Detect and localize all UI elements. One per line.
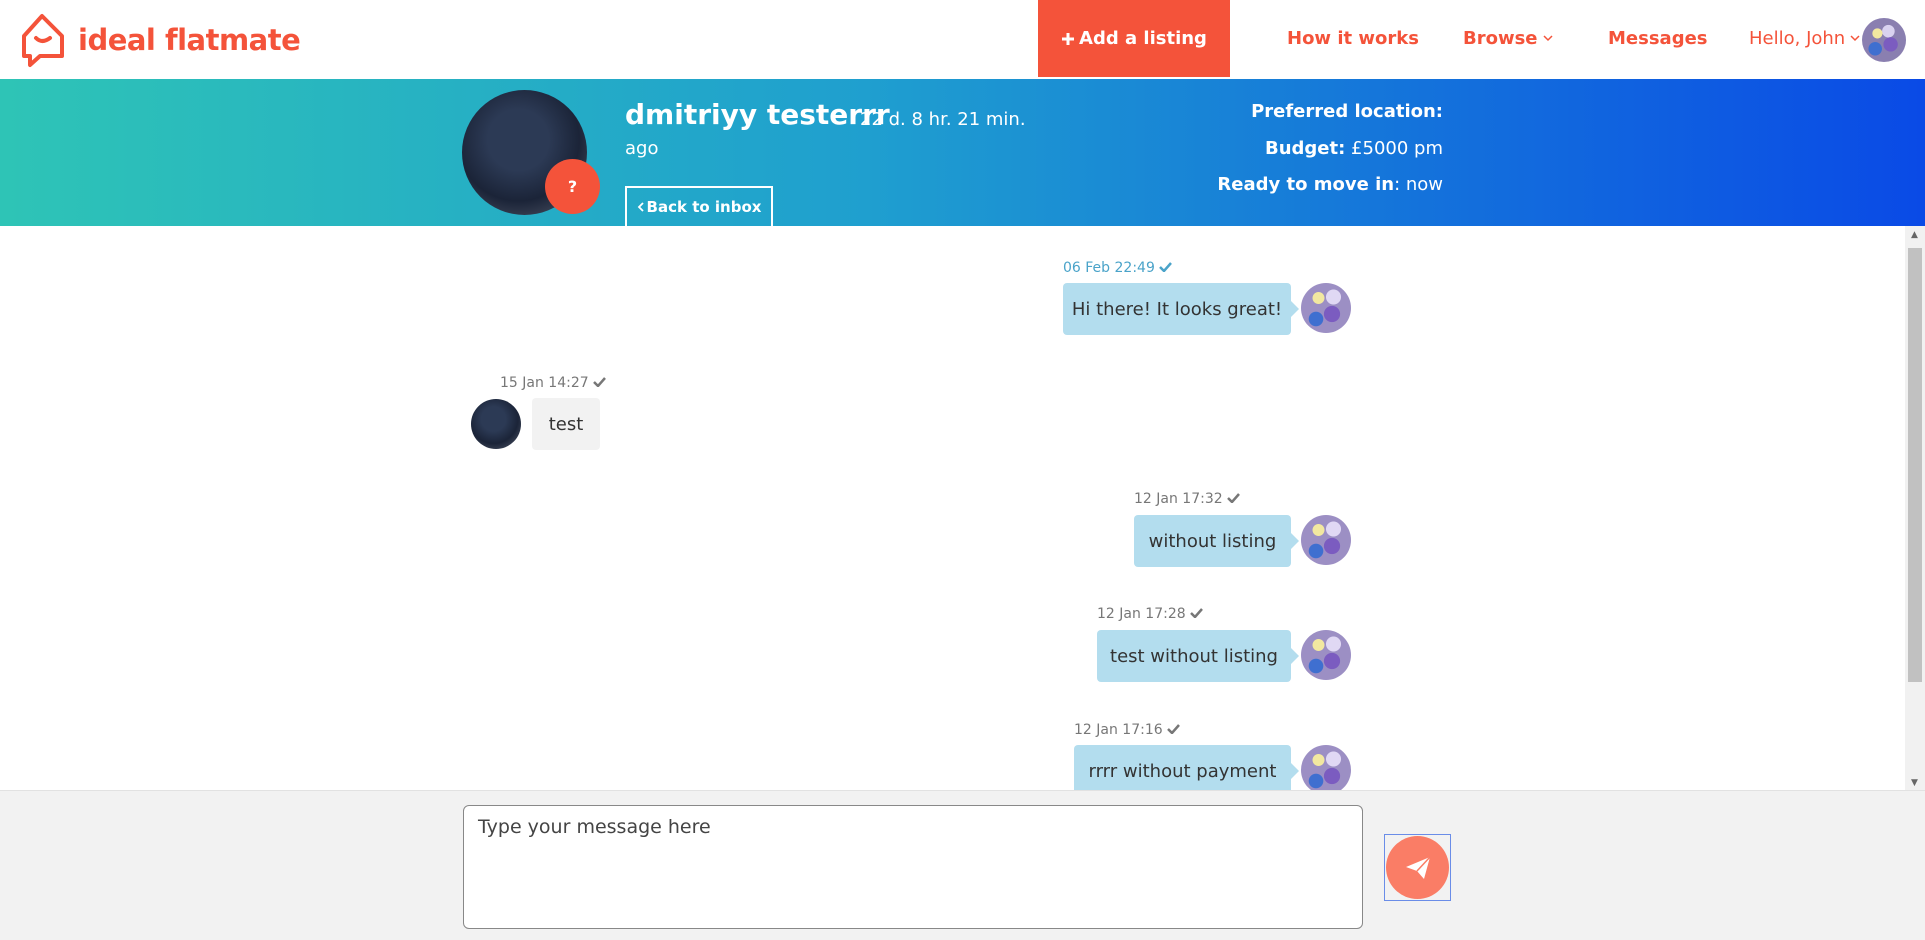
check-icon: [1166, 724, 1180, 735]
how-it-works-label: How it works: [1287, 28, 1419, 49]
message-bubble: Hi there! It looks great!: [1063, 283, 1299, 335]
chevron-left-icon: [637, 202, 644, 212]
thread-scrollbar[interactable]: ▲ ▼: [1905, 226, 1925, 790]
message-timestamp: 12 Jan 17:32: [1134, 491, 1240, 507]
sender-avatar: [1301, 630, 1351, 680]
contact-name: dmitriyy testerrr: [625, 98, 890, 131]
check-icon: [1158, 262, 1172, 273]
message-bubble: test without listing: [1097, 630, 1299, 682]
top-navbar: ideal flatmate Add a listing How it work…: [0, 0, 1925, 79]
preferred-location: Preferred location:: [1251, 101, 1443, 122]
back-to-inbox-button[interactable]: Back to inbox: [625, 186, 773, 226]
check-icon: [592, 377, 606, 388]
last-seen: 22 d. 8 hr. 21 min.: [860, 109, 1026, 130]
check-icon: [1189, 608, 1203, 619]
message-timestamp: 12 Jan 17:28: [1097, 606, 1203, 622]
message-bubble: rrrr without payment: [1074, 745, 1299, 790]
plus-icon: [1062, 32, 1075, 45]
nav-how-it-works[interactable]: How it works: [1287, 0, 1419, 77]
budget: Budget: £5000 pm: [1265, 138, 1443, 159]
sender-avatar: [1301, 515, 1351, 565]
budget-label: Budget:: [1264, 138, 1346, 159]
user-menu[interactable]: Hello, John: [1749, 0, 1860, 77]
move-in-value: : now: [1394, 174, 1443, 195]
paper-plane-icon: [1405, 855, 1431, 879]
scroll-down-arrow-icon[interactable]: ▼: [1911, 778, 1918, 788]
check-icon: [1226, 493, 1240, 504]
message-timestamp: 06 Feb 22:49: [1063, 260, 1172, 276]
message-timestamp: 12 Jan 17:16: [1074, 722, 1180, 738]
brand-logo[interactable]: ideal flatmate: [18, 12, 301, 68]
move-in: Ready to move in: now: [1217, 174, 1443, 195]
scroll-up-arrow-icon[interactable]: ▲: [1911, 230, 1918, 240]
nav-browse[interactable]: Browse: [1463, 0, 1553, 77]
conversation-header: [0, 79, 1925, 226]
chevron-down-icon: [1850, 35, 1860, 42]
nav-messages[interactable]: Messages: [1608, 0, 1708, 77]
scrollbar-thumb[interactable]: [1908, 248, 1922, 682]
user-avatar[interactable]: [1862, 18, 1906, 62]
message-input[interactable]: [463, 805, 1363, 929]
messages-label: Messages: [1608, 28, 1708, 49]
back-to-inbox-label: Back to inbox: [646, 198, 762, 216]
sender-avatar: [1301, 745, 1351, 790]
sender-avatar: [1301, 283, 1351, 333]
send-button[interactable]: [1386, 836, 1449, 899]
greeting-label: Hello, John: [1749, 28, 1846, 49]
chevron-down-icon: [1542, 35, 1553, 42]
move-in-label: Ready to move in: [1217, 174, 1395, 195]
last-seen-suffix: ago: [625, 138, 659, 159]
message-bubble: test: [532, 398, 600, 450]
message-thread[interactable]: 06 Feb 22:49 Hi there! It looks great! 1…: [0, 226, 1905, 790]
browse-label: Browse: [1463, 28, 1538, 49]
brand-name: ideal flatmate: [78, 23, 301, 57]
add-listing-label: Add a listing: [1079, 28, 1207, 49]
add-listing-button[interactable]: Add a listing: [1038, 0, 1230, 77]
message-timestamp: 15 Jan 14:27: [500, 375, 606, 391]
contact-message-avatar: [471, 399, 521, 449]
verification-badge[interactable]: ?: [545, 159, 600, 214]
budget-value: £5000 pm: [1351, 138, 1443, 159]
message-bubble: without listing: [1134, 515, 1299, 567]
house-chat-icon: [22, 14, 64, 67]
preferred-location-label: Preferred location:: [1251, 101, 1443, 122]
